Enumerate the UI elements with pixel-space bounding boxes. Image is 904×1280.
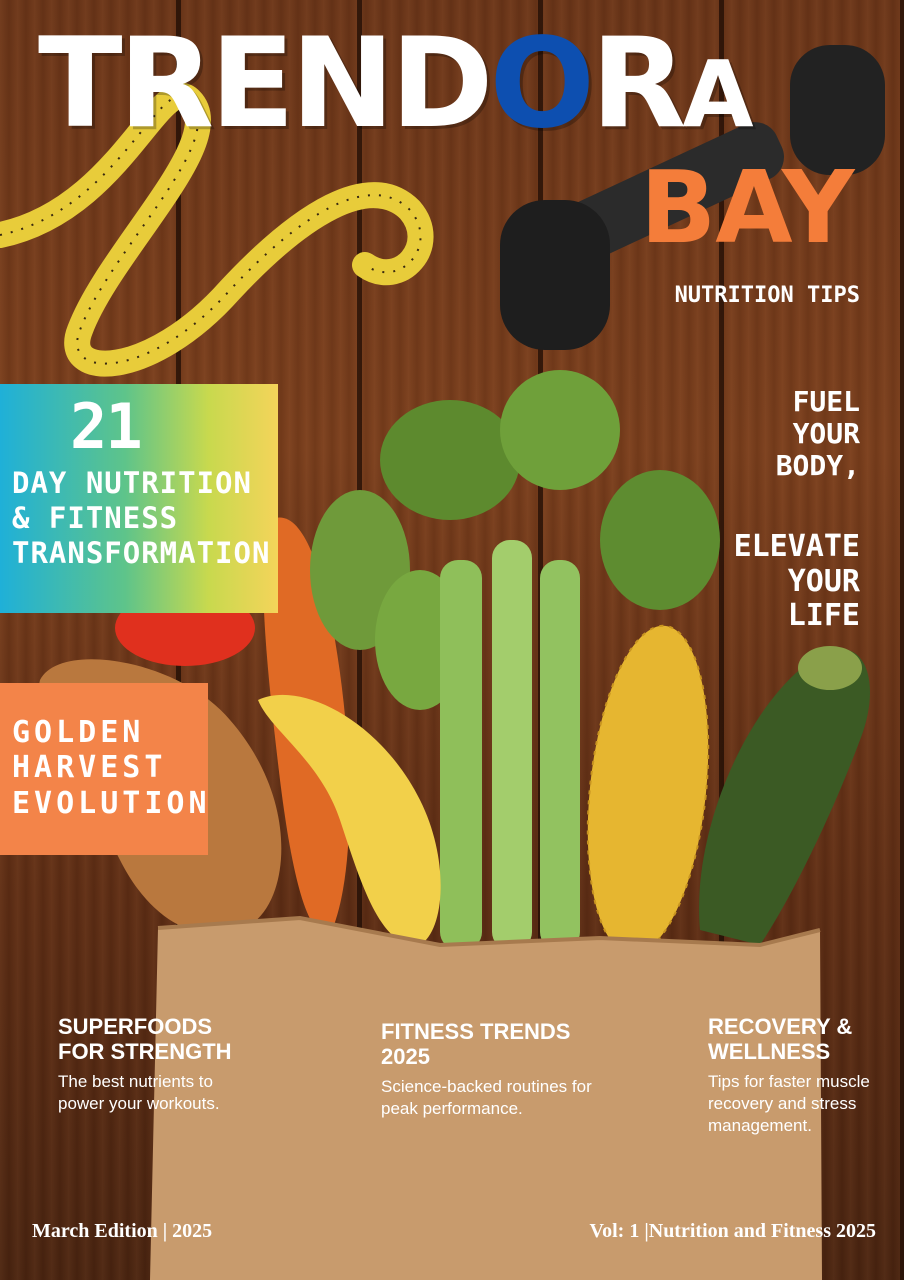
- banana-icon: [258, 694, 441, 946]
- article-summary: Tips for faster muscle recovery and stre…: [708, 1071, 870, 1135]
- masthead-subtitle: BAY: [640, 149, 854, 266]
- feature-box-21-day: 21 DAY NUTRITION & FITNESS TRANSFORMATIO…: [0, 384, 278, 613]
- feature-number: 21: [70, 390, 143, 463]
- masthead-small-letter: A: [682, 41, 753, 148]
- article-fitness-trends: FITNESS TRENDS 2025 Science-backed routi…: [381, 1019, 601, 1120]
- zucchini-icon: [699, 646, 870, 945]
- article-headline: FITNESS TRENDS 2025: [381, 1019, 571, 1070]
- masthead-r-letter: R: [590, 12, 687, 156]
- feature-title: GOLDEN HARVEST EVOLUTION: [12, 715, 211, 821]
- article-summary: Science-backed routines for peak perform…: [381, 1076, 592, 1118]
- tagline-primary: FUEL YOUR BODY,: [775, 385, 860, 483]
- feature-title: DAY NUTRITION & FITNESS TRANSFORMATION: [12, 466, 271, 570]
- magazine-cover: TRENDORA BAY NUTRITION TIPS FUEL YOUR BO…: [0, 0, 904, 1280]
- article-recovery-wellness: RECOVERY & WELLNESS Tips for faster musc…: [708, 1014, 888, 1137]
- article-superfoods: SUPERFOODS FOR STRENGTH The best nutrien…: [58, 1014, 258, 1115]
- article-summary: The best nutrients to power your workout…: [58, 1071, 220, 1113]
- feature-box-golden-harvest: GOLDEN HARVEST EVOLUTION: [0, 683, 208, 855]
- edition-label: March Edition | 2025: [32, 1220, 213, 1242]
- section-tag: NUTRITION TIPS: [674, 283, 860, 308]
- tagline-secondary: ELEVATE YOUR LIFE: [733, 529, 860, 633]
- article-headline: SUPERFOODS FOR STRENGTH: [58, 1014, 232, 1065]
- masthead-title: TRENDORA: [38, 22, 754, 148]
- masthead-blue-letter: O: [489, 12, 594, 156]
- volume-label: Vol: 1 |Nutrition and Fitness 2025: [589, 1220, 876, 1242]
- masthead-letters: TREND: [38, 12, 493, 156]
- article-headline: RECOVERY & WELLNESS: [708, 1014, 853, 1065]
